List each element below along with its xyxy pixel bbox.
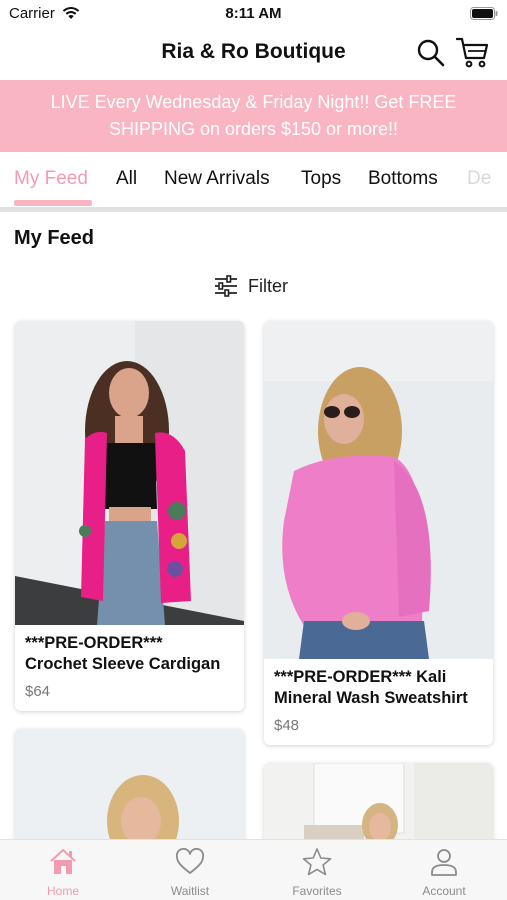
filter-label: Filter xyxy=(248,275,288,296)
tab-truncated[interactable]: De xyxy=(467,168,491,190)
product-image[interactable] xyxy=(15,321,244,625)
promo-text: LIVE Every Wednesday & Friday Night!! Ge… xyxy=(50,92,457,139)
cart-icon[interactable] xyxy=(456,36,490,68)
tab-bottoms[interactable]: Bottoms xyxy=(368,168,438,190)
nav-account[interactable]: Account xyxy=(381,840,507,900)
nav-home[interactable]: Home xyxy=(0,840,126,900)
nav-waitlist[interactable]: Waitlist xyxy=(127,840,253,900)
search-icon[interactable] xyxy=(416,38,446,68)
product-card[interactable]: ***PRE-ORDER*** Kali Mineral Wash Sweats… xyxy=(264,321,493,745)
promo-banner[interactable]: LIVE Every Wednesday & Friday Night!! Ge… xyxy=(0,80,507,152)
star-icon xyxy=(302,848,332,876)
tab-my-feed[interactable]: My Feed xyxy=(14,168,88,190)
bottom-nav: Home Waitlist Favorites Account xyxy=(0,839,507,900)
filter-sliders-icon xyxy=(215,275,237,297)
product-name: ***PRE-ORDER*** Crochet Sleeve Cardigan xyxy=(25,634,221,673)
account-icon xyxy=(431,849,457,876)
section-title: My Feed xyxy=(14,227,95,249)
battery-icon xyxy=(470,7,498,20)
tab-all[interactable]: All xyxy=(116,168,137,190)
tabs-divider xyxy=(0,207,507,212)
tab-new-arrivals[interactable]: New Arrivals xyxy=(164,168,270,190)
product-image[interactable] xyxy=(264,321,493,659)
status-bar: Carrier 8:11 AM xyxy=(0,0,507,28)
nav-label: Account xyxy=(422,884,466,898)
home-icon xyxy=(50,849,76,874)
product-price: $48 xyxy=(274,717,300,734)
status-time: 8:11 AM xyxy=(225,5,282,22)
nav-label: Home xyxy=(46,884,79,898)
filter-button[interactable]: Filter xyxy=(214,273,288,299)
tab-tops[interactable]: Tops xyxy=(301,168,341,190)
app-header: Ria & Ro Boutique xyxy=(0,28,507,80)
nav-favorites[interactable]: Favorites xyxy=(254,840,380,900)
product-name: ***PRE-ORDER*** Kali Mineral Wash Sweats… xyxy=(274,668,468,707)
nav-label: Waitlist xyxy=(170,884,210,898)
active-tab-indicator xyxy=(14,200,92,206)
heart-icon xyxy=(175,847,205,874)
product-price: $64 xyxy=(25,683,51,700)
nav-label: Favorites xyxy=(292,884,342,898)
product-card[interactable]: ***PRE-ORDER*** Crochet Sleeve Cardigan … xyxy=(15,321,244,711)
category-tabs: My Feed All New Arrivals Tops Bottoms De xyxy=(0,152,507,208)
